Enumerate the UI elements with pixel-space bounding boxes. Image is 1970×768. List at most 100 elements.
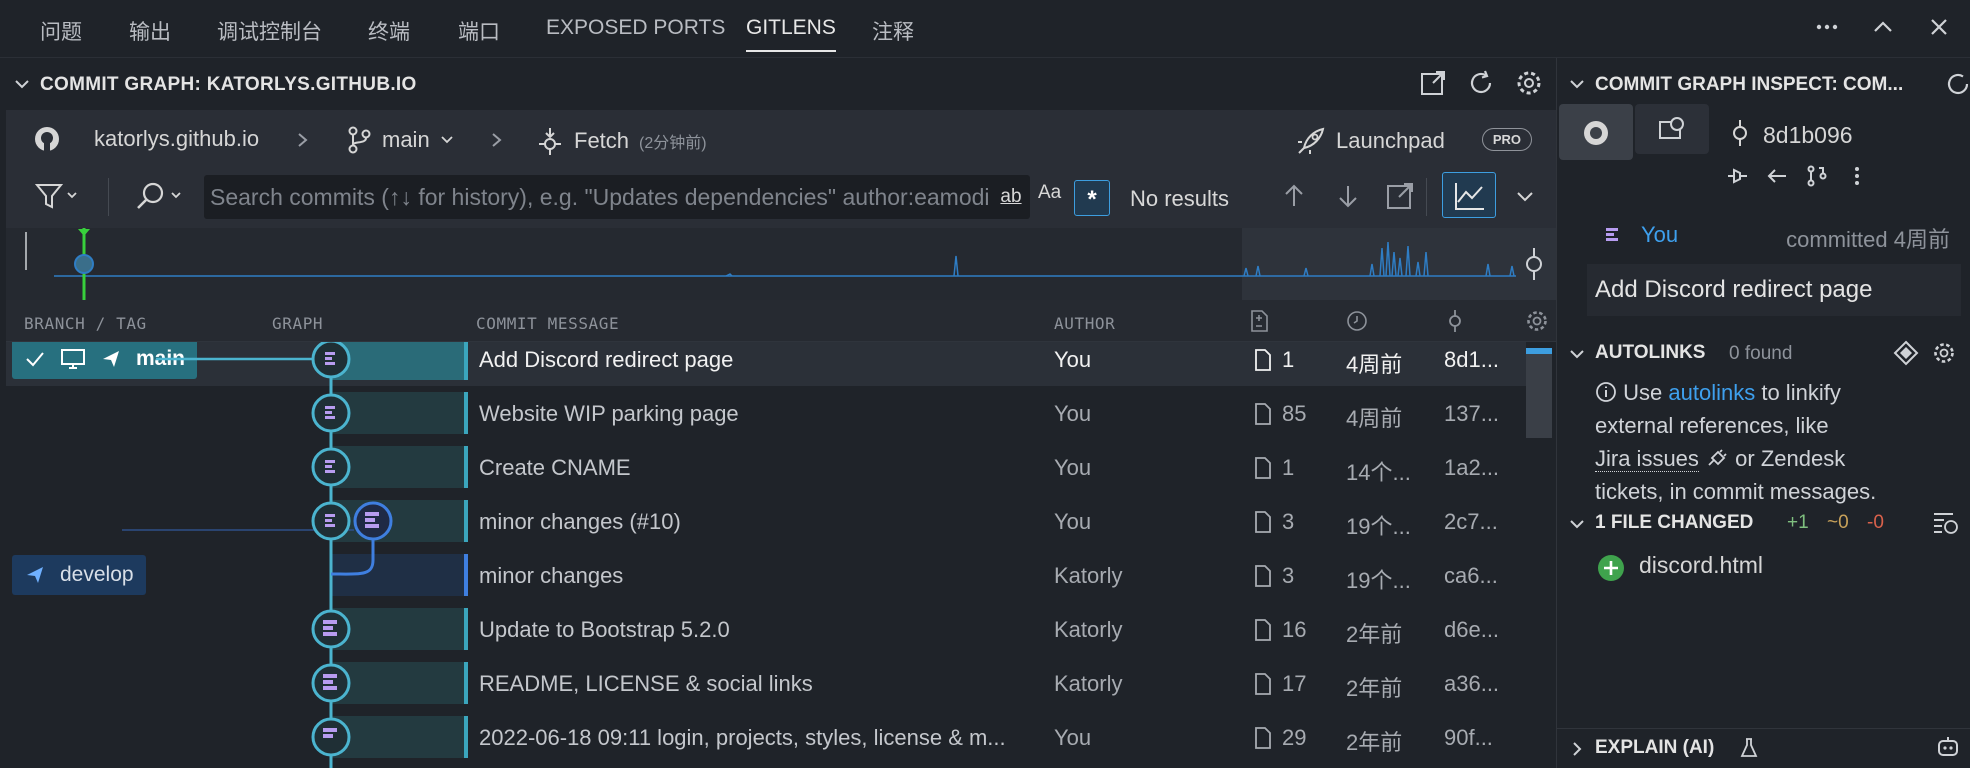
- chevron-down-icon: [1570, 520, 1584, 529]
- toolbar-divider: [108, 178, 109, 216]
- refresh-icon[interactable]: [1945, 70, 1970, 98]
- fetch-button[interactable]: Fetch (2分钟前): [536, 126, 707, 156]
- lines-deleted: -0: [1867, 512, 1884, 533]
- regex-toggle[interactable]: *: [1074, 180, 1110, 216]
- autolinks-text: Use: [1623, 380, 1663, 405]
- inspect-author[interactable]: You: [1641, 222, 1678, 248]
- commit-files-changed: 29: [1254, 725, 1306, 751]
- chevron-right-icon: [1573, 742, 1582, 756]
- commit-author: You: [1054, 725, 1092, 750]
- graph-scrollbar[interactable]: [1526, 348, 1552, 438]
- tab-debug-console[interactable]: 调试控制台: [217, 16, 322, 52]
- arrow-down-icon[interactable]: [1332, 180, 1364, 212]
- added-file-icon: [1598, 555, 1624, 581]
- sha-column-icon[interactable]: [1442, 308, 1468, 334]
- branch-compare-icon[interactable]: [1805, 164, 1829, 188]
- git-branch-icon: [348, 126, 371, 154]
- file-icon: [1255, 403, 1271, 425]
- commit-message: README, LICENSE & social links: [479, 671, 813, 696]
- match-case-toggle[interactable]: Aa: [1038, 182, 1061, 204]
- column-graph[interactable]: GRAPH: [272, 314, 323, 333]
- panel-tab-bar: 问题 输出 调试控制台 终端 端口 EXPOSED PORTS GITLENS …: [0, 0, 1970, 58]
- close-panel-icon[interactable]: [1926, 14, 1952, 40]
- autolinks-text: or Zendesk: [1735, 446, 1846, 471]
- back-arrow-icon[interactable]: [1765, 164, 1789, 188]
- autolinks-connect-icon[interactable]: [1893, 340, 1919, 366]
- commit-author: Katorly: [1054, 617, 1123, 642]
- autolinks-link[interactable]: autolinks: [1668, 380, 1755, 405]
- search-icon[interactable]: [134, 180, 188, 212]
- explain-ai-section-header[interactable]: EXPLAIN (AI): [1557, 728, 1970, 758]
- tab-problems[interactable]: 问题: [40, 16, 82, 52]
- minimap-activity-chart: [25, 228, 1556, 300]
- column-settings-gear-icon[interactable]: [1524, 308, 1550, 334]
- tab-comments[interactable]: 注释: [872, 16, 914, 52]
- chevron-down-icon[interactable]: [12, 74, 32, 94]
- file-icon: [1255, 565, 1271, 587]
- match-whole-word-toggle[interactable]: ab: [994, 182, 1028, 212]
- explain-ai-title: EXPLAIN (AI): [1595, 737, 1715, 758]
- autolinks-section-header[interactable]: AUTOLINKS 0 found: [1557, 340, 1970, 366]
- settings-gear-icon[interactable]: [1514, 68, 1544, 98]
- minimap-toggle[interactable]: [1442, 172, 1496, 218]
- tab-output[interactable]: 输出: [129, 16, 171, 52]
- fetch-time: (2分钟前): [639, 135, 707, 152]
- changed-file-name[interactable]: discord.html: [1639, 552, 1763, 579]
- commit-date: 2年前: [1346, 676, 1403, 701]
- more-actions-icon[interactable]: [1814, 14, 1840, 40]
- open-details-icon[interactable]: [1384, 180, 1416, 212]
- open-in-editor-icon[interactable]: [1418, 68, 1448, 98]
- fetch-icon: [539, 128, 561, 155]
- date-column-icon[interactable]: [1344, 308, 1370, 334]
- commit-date: 19个...: [1346, 568, 1411, 593]
- autolinks-settings-gear-icon[interactable]: [1931, 340, 1957, 366]
- repo-selector[interactable]: katorlys.github.io: [94, 126, 259, 152]
- branch-selector[interactable]: main: [346, 126, 454, 154]
- refresh-icon[interactable]: [1466, 68, 1496, 98]
- commit-minimap[interactable]: [6, 228, 1556, 300]
- maximize-panel-icon[interactable]: [1870, 14, 1896, 40]
- files-changed-section-header[interactable]: 1 FILE CHANGED +1 ~0 -0: [1557, 512, 1970, 536]
- inspect-commit-sha[interactable]: 8d1b096: [1763, 122, 1853, 149]
- column-author[interactable]: AUTHOR: [1054, 314, 1115, 333]
- tab-gitlens[interactable]: GITLENS: [746, 16, 836, 52]
- info-icon: [1596, 382, 1616, 402]
- files-count: 3: [1282, 563, 1295, 588]
- chevron-down-icon[interactable]: [1514, 180, 1536, 212]
- commit-sha: 90f...: [1444, 725, 1493, 750]
- ai-sparkle-icon[interactable]: [1935, 735, 1961, 761]
- lines-added: +1: [1787, 512, 1809, 533]
- commit-graph-view: COMMIT GRAPH: KATORLYS.GITHUB.IO katorly…: [0, 58, 1556, 768]
- commit-message: minor changes (#10): [479, 509, 681, 534]
- view-as-tree-icon[interactable]: [1931, 510, 1959, 536]
- commit-message: Website WIP parking page: [479, 401, 739, 426]
- column-branch-tag[interactable]: BRANCH / TAG: [24, 314, 147, 333]
- inspect-mode-search-button[interactable]: [1559, 104, 1633, 160]
- tab-ports[interactable]: 端口: [458, 16, 500, 52]
- tab-terminal[interactable]: 终端: [368, 16, 410, 52]
- chevron-down-icon[interactable]: [1567, 74, 1587, 94]
- commit-icon: [1733, 120, 1747, 146]
- file-icon: [1255, 349, 1271, 371]
- commit-inspect-view: COMMIT GRAPH INSPECT: COM... 8d1b096 You…: [1556, 58, 1970, 768]
- files-count: 16: [1282, 617, 1307, 642]
- fetch-label: Fetch: [574, 128, 630, 153]
- commit-date: 4周前: [1346, 352, 1403, 377]
- search-results-status: No results: [1130, 186, 1230, 211]
- jira-issues-link[interactable]: Jira issues: [1595, 446, 1699, 472]
- commit-files-changed: 3: [1254, 563, 1294, 589]
- filter-icon[interactable]: [34, 180, 82, 212]
- launchpad-button[interactable]: Launchpad: [1296, 126, 1445, 156]
- pin-icon[interactable]: [1725, 164, 1749, 188]
- more-actions-icon[interactable]: [1845, 164, 1869, 188]
- autolinks-text: external references, like: [1595, 413, 1829, 438]
- search-commits-input[interactable]: [210, 181, 990, 213]
- pro-badge[interactable]: PRO: [1481, 128, 1532, 151]
- tab-exposed-ports[interactable]: EXPOSED PORTS: [546, 16, 725, 52]
- changes-column-icon[interactable]: [1246, 308, 1272, 334]
- arrow-up-icon[interactable]: [1278, 180, 1310, 212]
- inspect-committed-time: committed 4周前: [1786, 227, 1950, 252]
- files-count: 1: [1282, 347, 1295, 372]
- inspect-mode-compare-button[interactable]: [1635, 104, 1709, 154]
- column-commit-message[interactable]: COMMIT MESSAGE: [476, 314, 619, 333]
